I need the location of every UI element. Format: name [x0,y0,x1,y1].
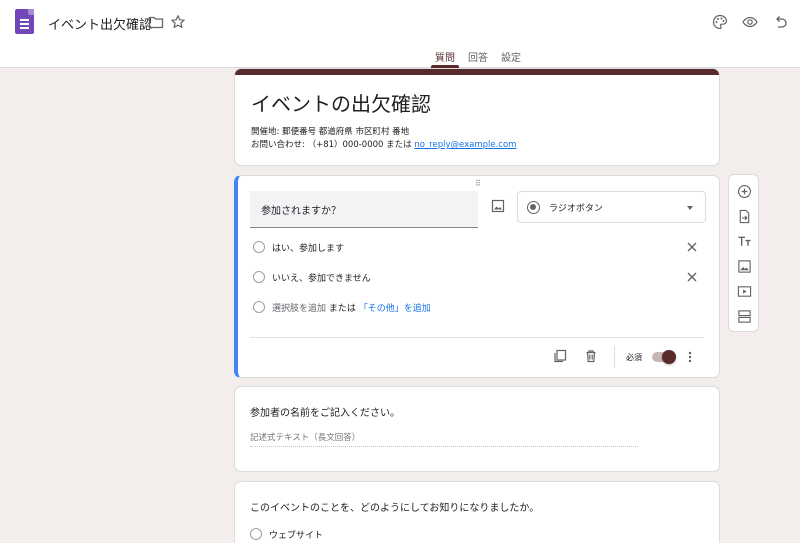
toggle-knob [662,350,676,364]
add-option-line: 選択肢を追加 または 「その他」を追加 [272,301,431,314]
question-card-active[interactable]: ⠿ 参加されますか？ ラジオボタン はい、参加します いいえ、参加できません 選… [234,175,720,378]
question-card-source[interactable]: このイベントのことを、どのようにしてお知りになりましたか。 ウェブサイト [234,481,720,543]
add-option-link[interactable]: 選択肢を追加 [272,304,326,314]
add-other-link[interactable]: 「その他」を追加 [359,304,431,314]
question-title: 参加者の名前をご記入ください。 [250,408,400,419]
contact-email-link[interactable]: no_reply@example.com [414,140,516,150]
import-questions-icon[interactable] [736,208,752,224]
footer-separator [614,346,615,368]
tab-responses[interactable]: 回答 [468,49,488,64]
folder-icon[interactable] [147,13,165,31]
palette-icon[interactable] [711,13,729,31]
remove-option-close-icon[interactable] [684,239,700,255]
caret-down-icon [687,206,693,210]
add-option-row: 選択肢を追加 または 「その他」を追加 [250,298,710,318]
footer-divider [250,337,704,338]
tab-questions[interactable]: 質問 [435,49,455,64]
star-icon[interactable] [169,13,187,31]
preview-eye-icon[interactable] [741,13,759,31]
forms-app-icon[interactable] [15,9,34,34]
undo-icon[interactable] [771,13,789,31]
theme-band [235,69,719,75]
contact-prefix: お問い合わせ: （+81）000-0000 または [251,140,415,150]
top-bar: イベント出欠確認 質問 回答 設定 [0,0,800,68]
long-answer-placeholder: 記述式テキスト（長文回答） [250,431,638,447]
option-label[interactable]: はい、参加します [272,241,344,254]
question-type-dropdown[interactable]: ラジオボタン [517,191,706,223]
required-toggle[interactable] [652,350,676,364]
add-video-icon[interactable] [736,283,752,299]
question-toolbar [728,174,759,332]
add-image-icon[interactable] [736,258,752,274]
question-title: このイベントのことを、どのようにしてお知りになりましたか。 [250,503,540,514]
tab-bar: 質問 回答 設定 [0,46,800,68]
radio-circle-icon [253,241,265,253]
radio-circle-icon [253,271,265,283]
option-label: ウェブサイト [269,531,324,541]
form-header-card[interactable]: イベントの出欠確認 開催地: 郵便番号 都道府県 市区町村 番地 お問い合わせ:… [234,68,720,166]
radio-circle-icon [250,528,262,540]
question-title-text: 参加されますか？ [261,206,341,217]
add-title-icon[interactable] [736,233,752,249]
question-title-input[interactable]: 参加されますか？ [250,191,478,228]
question-type-label: ラジオボタン [549,204,603,214]
description-line-address: 開催地: 郵便番号 都道府県 市区町村 番地 [251,127,410,137]
question-card-name[interactable]: 参加者の名前をご記入ください。 記述式テキスト（長文回答） [234,386,720,472]
tab-settings[interactable]: 設定 [501,49,521,64]
radio-circle-icon [253,301,265,313]
form-description[interactable]: 開催地: 郵便番号 都道府県 市区町村 番地 お問い合わせ: （+81）000-… [251,126,516,152]
required-label: 必須 [626,353,642,362]
add-image-icon[interactable] [490,198,506,214]
radio-button-icon [527,201,540,214]
delete-trash-icon[interactable] [583,348,599,364]
remove-option-close-icon[interactable] [684,269,700,285]
option-row[interactable]: いいえ、参加できません [250,268,710,288]
description-line-contact: お問い合わせ: （+81）000-0000 または no_reply@examp… [251,139,516,152]
or-text: または [328,304,356,314]
document-title[interactable]: イベント出欠確認 [48,14,152,33]
option-row[interactable]: はい、参加します [250,238,710,258]
duplicate-icon[interactable] [552,348,568,364]
option-label[interactable]: いいえ、参加できません [272,271,371,284]
more-vert-icon[interactable] [685,349,695,365]
option-row[interactable]: ウェブサイト [247,525,707,543]
add-question-icon[interactable] [736,183,752,199]
add-section-icon[interactable] [736,308,752,324]
drag-handle-icon[interactable]: ⠿ [475,179,482,188]
form-title[interactable]: イベントの出欠確認 [251,88,431,117]
